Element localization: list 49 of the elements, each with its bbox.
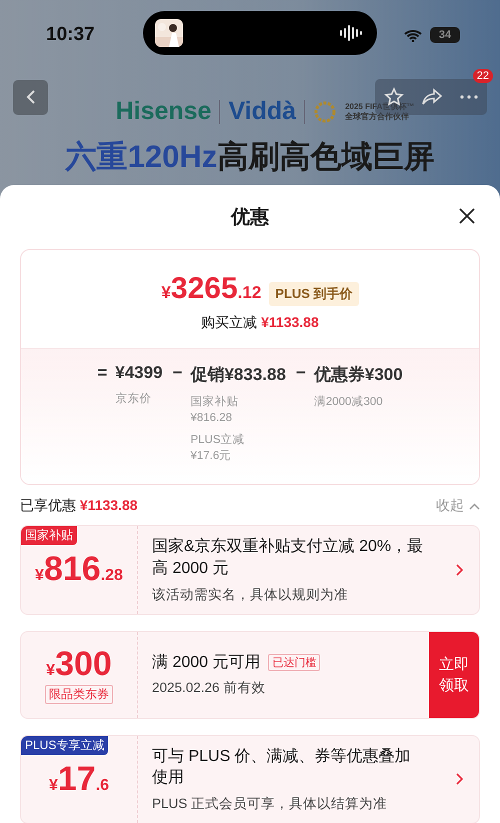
final-price: ¥3265.12 bbox=[161, 272, 262, 306]
more-icon[interactable] bbox=[460, 95, 478, 99]
breakdown-note: 满2000减300 bbox=[314, 394, 384, 410]
back-icon bbox=[26, 89, 36, 105]
breakdown-note: 国家补贴 ¥816.28 bbox=[190, 394, 240, 426]
offer-tag: PLUS专享立减 bbox=[21, 736, 108, 755]
close-icon[interactable] bbox=[458, 207, 476, 225]
breakdown-amount: ¥4399 bbox=[115, 363, 163, 382]
chevron-right-icon[interactable] bbox=[455, 564, 463, 576]
saving-text: 购买立减 ¥1133.88 bbox=[200, 314, 319, 332]
emblem-icon bbox=[313, 100, 338, 124]
status-time: 10:37 bbox=[46, 24, 96, 46]
coupon-title: 满 2000 元可用 bbox=[152, 652, 260, 673]
operator-sign: − bbox=[296, 363, 306, 383]
wifi-icon bbox=[404, 28, 422, 42]
breakdown-note: PLUS立减 ¥17.6元 bbox=[190, 432, 246, 464]
caret-icon bbox=[469, 502, 480, 510]
claim-button[interactable]: 立即领取 bbox=[429, 632, 479, 718]
brand-logo: Hisense bbox=[116, 97, 212, 126]
price: ¥300 bbox=[46, 645, 112, 684]
back-button[interactable] bbox=[13, 80, 48, 114]
offer-subtitle: 该活动需实名，具体以规则为准 bbox=[152, 586, 349, 604]
enjoyed-discount-text: 已享优惠 ¥1133.88 bbox=[20, 497, 138, 516]
brand-logo: Viddà bbox=[228, 97, 296, 126]
share-icon[interactable] bbox=[420, 88, 443, 106]
sheet-title: 优惠 bbox=[231, 206, 269, 230]
chevron-right-icon[interactable] bbox=[455, 773, 463, 786]
offer-tag: 国家补贴 bbox=[21, 526, 77, 546]
offer-card[interactable]: 国家补贴 ¥816.28 国家&京东双重补贴支付立减 20%，最高 2000 元 该活动需实名，具体以规则为准 bbox=[20, 525, 480, 615]
offer-card[interactable]: PLUS专享立减 ¥17.6 可与 PLUS 价、满减、券等优惠叠加使用 PLUS 正式会员可享，具体以结算为准 bbox=[20, 734, 480, 823]
threshold-badge: 已达门槛 bbox=[268, 654, 320, 672]
notification-badge: 22 bbox=[472, 69, 493, 83]
operator-sign: − bbox=[172, 363, 182, 383]
operator-sign: = bbox=[97, 363, 108, 383]
audio-wave-icon bbox=[339, 24, 365, 42]
coupon-expiry: 2025.02.26 前有效 bbox=[152, 679, 266, 698]
price: ¥17.6 bbox=[48, 760, 110, 799]
offer-title: 国家&京东双重补贴支付立减 20%，最高 2000 元 bbox=[152, 536, 424, 579]
offer-subtitle: PLUS 正式会员可享，具体以结算为准 bbox=[152, 794, 388, 813]
offer-title: 可与 PLUS 价、满减、券等优惠叠加使用 bbox=[152, 746, 412, 788]
price-tag: PLUS 到手价 bbox=[269, 282, 359, 306]
breakdown-note: 京东价 bbox=[115, 392, 152, 407]
price: ¥816.28 bbox=[35, 550, 123, 590]
breakdown-amount: 优惠券¥300 bbox=[314, 365, 403, 384]
banner-headline: 六重120Hz高刷高色域巨屏 bbox=[64, 138, 436, 176]
coupon-label: 限品类东券 bbox=[45, 685, 113, 704]
battery-level: 34 bbox=[430, 27, 460, 43]
partner-text: 全球官方合作伙伴 bbox=[345, 112, 410, 122]
breakdown-amount: 促销¥833.88 bbox=[190, 365, 286, 384]
